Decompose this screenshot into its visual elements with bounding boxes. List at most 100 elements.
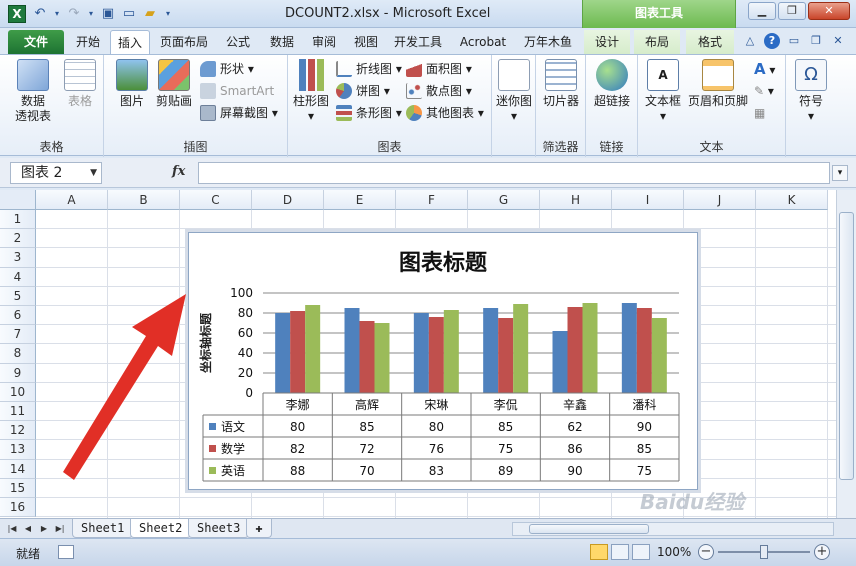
last-sheet-icon[interactable]: ▶| [54, 522, 66, 536]
row-header[interactable]: 5 [0, 286, 36, 306]
row-header[interactable]: 8 [0, 344, 36, 364]
area-chart-button[interactable]: 面积图 ▾ [406, 59, 472, 79]
row-header[interactable]: 9 [0, 363, 36, 383]
dropdown-icon[interactable]: ▾ [53, 6, 61, 22]
textbox-button[interactable]: A 文本框 ▾ [642, 59, 684, 124]
row-header[interactable]: 1 [0, 210, 36, 230]
sheet-tab-sheet1[interactable]: Sheet1 [72, 519, 134, 538]
tab-insert[interactable]: 插入 [110, 30, 150, 54]
row-header[interactable]: 13 [0, 440, 36, 460]
bar-chart-button[interactable]: 条形图 ▾ [336, 103, 402, 123]
column-header[interactable]: B [108, 190, 180, 210]
pie-chart-button[interactable]: 饼图 ▾ [336, 81, 390, 101]
insert-function-icon[interactable]: fx [172, 164, 185, 179]
tab-page-layout[interactable]: 页面布局 [154, 30, 214, 54]
excel-app-icon[interactable]: X [8, 5, 26, 23]
row-header[interactable]: 10 [0, 382, 36, 402]
window-minimize-icon[interactable]: ▭ [786, 33, 802, 49]
normal-view-button[interactable] [590, 544, 608, 560]
minimize-button[interactable]: ▁ [748, 2, 776, 20]
sparklines-button[interactable]: 迷你图 ▾ [494, 59, 534, 124]
row-header[interactable]: 16 [0, 498, 36, 518]
row-header[interactable]: 2 [0, 229, 36, 249]
column-header[interactable]: F [396, 190, 468, 210]
column-header[interactable]: J [684, 190, 756, 210]
select-all-corner[interactable] [0, 190, 36, 210]
zoom-level[interactable]: 100% [657, 545, 691, 559]
prev-sheet-icon[interactable]: ◀ [22, 522, 34, 536]
tab-data[interactable]: 数据 [262, 30, 302, 54]
sheet-tab-sheet3[interactable]: Sheet3 [188, 519, 250, 538]
column-header[interactable]: C [180, 190, 252, 210]
screenshot-button[interactable]: 屏幕截图 ▾ [200, 103, 278, 123]
chevron-down-icon[interactable]: ▼ [90, 163, 97, 183]
tab-acrobat[interactable]: Acrobat [452, 30, 514, 54]
column-header[interactable]: D [252, 190, 324, 210]
minimize-ribbon-icon[interactable]: △ [742, 33, 758, 49]
scatter-chart-button[interactable]: 散点图 ▾ [406, 81, 472, 101]
header-footer-button[interactable]: 页眉和页脚 [686, 59, 750, 109]
column-header[interactable]: G [468, 190, 540, 210]
expand-formula-bar-icon[interactable]: ▾ [832, 165, 848, 181]
symbol-button[interactable]: Ω 符号 ▾ [790, 59, 832, 124]
shapes-button[interactable]: 形状 ▾ [200, 59, 254, 79]
customize-qat-icon[interactable]: ▾ [163, 6, 173, 22]
page-layout-view-button[interactable] [611, 544, 629, 560]
open-folder-icon[interactable]: ▰ [142, 6, 158, 22]
first-sheet-icon[interactable]: |◀ [6, 522, 18, 536]
name-box[interactable]: 图表 2 ▼ [10, 162, 102, 184]
column-header[interactable]: K [756, 190, 828, 210]
clipart-button[interactable]: 剪贴画 [154, 59, 194, 109]
vertical-scroll-thumb[interactable] [839, 212, 854, 480]
macro-record-icon[interactable] [58, 545, 74, 559]
window-close-icon[interactable]: ✕ [830, 33, 846, 49]
tab-wannianmuyu[interactable]: 万年木鱼 [516, 30, 580, 54]
slicer-button[interactable]: 切片器 [540, 59, 582, 109]
row-header[interactable]: 3 [0, 248, 36, 268]
column-chart-button[interactable]: 柱形图 ▾ [290, 59, 332, 124]
row-header[interactable]: 12 [0, 421, 36, 441]
zoom-in-button[interactable]: + [814, 544, 830, 560]
column-header[interactable]: H [540, 190, 612, 210]
tab-view[interactable]: 视图 [346, 30, 386, 54]
row-header[interactable]: 4 [0, 267, 36, 287]
hyperlink-button[interactable]: 超链接 [590, 59, 634, 109]
next-sheet-icon[interactable]: ▶ [38, 522, 50, 536]
tab-home[interactable]: 开始 [70, 30, 106, 54]
tab-layout[interactable]: 布局 [634, 30, 680, 54]
insert-sheet-icon[interactable]: ✚ [246, 519, 272, 538]
pivot-table-button[interactable]: 数据 透视表 [10, 59, 56, 124]
close-button[interactable]: ✕ [808, 2, 850, 20]
tab-review[interactable]: 审阅 [304, 30, 344, 54]
other-charts-button[interactable]: 其他图表 ▾ [406, 103, 484, 123]
vertical-scrollbar[interactable] [836, 190, 856, 518]
column-header[interactable]: I [612, 190, 684, 210]
row-header[interactable]: 15 [0, 478, 36, 498]
wordart-button[interactable]: A ▾ [754, 59, 775, 79]
row-header[interactable]: 14 [0, 459, 36, 479]
save-icon[interactable]: ▣ [100, 6, 116, 22]
redo-icon[interactable]: ↷ [66, 6, 82, 22]
page-break-view-button[interactable] [632, 544, 650, 560]
table-button[interactable]: 表格 [62, 59, 98, 109]
tab-developer[interactable]: 开发工具 [388, 30, 448, 54]
formula-input[interactable] [198, 162, 830, 184]
smartart-button[interactable]: SmartArt [200, 81, 274, 101]
embedded-chart[interactable]: 图表标题 坐标轴标题 0 20 40 60 80 100 李娜 高辉 宋琳 李侃 辛鑫 潘科 语文 80 8… [188, 232, 698, 490]
window-restore-icon[interactable]: ❐ [808, 33, 824, 49]
column-header[interactable]: A [36, 190, 108, 210]
horizontal-scroll-thumb[interactable] [529, 524, 649, 534]
line-chart-button[interactable]: 折线图 ▾ [336, 59, 402, 79]
new-file-icon[interactable]: ▭ [121, 6, 137, 22]
tab-design[interactable]: 设计 [584, 30, 630, 54]
row-header[interactable]: 6 [0, 306, 36, 326]
zoom-slider-thumb[interactable] [760, 545, 768, 559]
tab-formulas[interactable]: 公式 [218, 30, 258, 54]
dropdown-icon[interactable]: ▾ [87, 6, 95, 22]
picture-button[interactable]: 图片 [114, 59, 150, 109]
tab-file[interactable]: 文件 [8, 30, 64, 54]
row-header[interactable]: 11 [0, 402, 36, 422]
tab-format[interactable]: 格式 [686, 30, 734, 54]
undo-icon[interactable]: ↶ [32, 6, 48, 22]
restore-button[interactable]: ❐ [778, 2, 806, 20]
